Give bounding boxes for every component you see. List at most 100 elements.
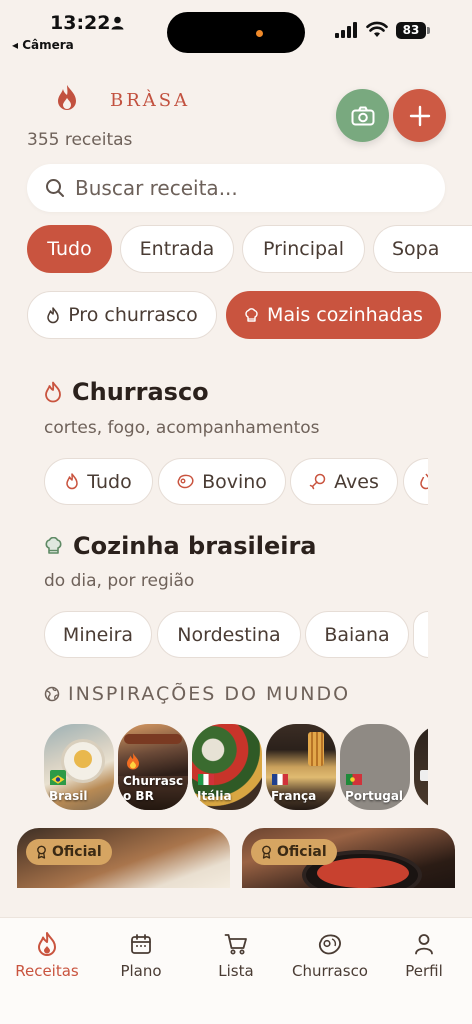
world-card-more[interactable] (414, 724, 428, 810)
churrasco-chip-all[interactable]: Tudo (44, 458, 153, 505)
region-chip-mineira[interactable]: Mineira (44, 611, 152, 658)
category-chip-starter[interactable]: Entrada (120, 225, 234, 273)
status-time: 13:22 (50, 12, 111, 34)
world-card-label: Itália (197, 789, 232, 803)
add-recipe-button[interactable] (393, 89, 446, 142)
region-chip-nordestina[interactable]: Nordestina (157, 611, 301, 658)
churrasco-chip-beef-label: Bovino (202, 470, 267, 493)
shopping-cart-icon (224, 930, 248, 958)
featured-recipe-card-2[interactable]: Oficial (242, 828, 455, 888)
dynamic-island (167, 12, 305, 53)
churrasco-subtitle: cortes, fogo, acompanhamentos (44, 418, 320, 438)
person-icon (111, 15, 124, 34)
calendar-icon (130, 930, 152, 958)
world-card-label: Portugal (345, 789, 404, 803)
flame-icon (419, 473, 428, 490)
globe-icon (44, 686, 60, 702)
official-badge: Oficial (26, 839, 112, 865)
churrasco-chip-more[interactable] (403, 458, 428, 505)
barbecue-mode-label: Pro churrasco (68, 304, 198, 326)
tab-profile[interactable]: Perfil (377, 930, 471, 980)
fries-cone (308, 732, 324, 766)
award-ribbon-icon (261, 845, 272, 859)
chef-hat-icon (44, 536, 63, 556)
world-card-brasil[interactable]: Brasil (44, 724, 114, 810)
category-chip-soup[interactable]: Sopa (373, 225, 472, 273)
steak-icon (177, 474, 194, 489)
dish-food (74, 750, 92, 768)
drumstick-icon (309, 473, 326, 490)
search-input[interactable] (75, 176, 405, 200)
world-card-label: Churrasc o BR (123, 774, 184, 803)
world-card-label: Brasil (49, 789, 88, 803)
battery-indicator: 83 (396, 22, 426, 39)
france-flag-icon (272, 770, 288, 785)
brazilian-title-text: Cozinha brasileira (73, 532, 317, 560)
region-chip-baiana[interactable]: Baiana (305, 611, 409, 658)
flame-icon (46, 306, 60, 324)
wifi-icon (366, 21, 388, 42)
churrasco-chip-beef[interactable]: Bovino (158, 458, 286, 505)
churrasco-chip-poultry[interactable]: Aves (290, 458, 398, 505)
tab-churrasco[interactable]: Churrasco (283, 930, 377, 980)
world-card-label: França (271, 789, 317, 803)
category-chip-all[interactable]: Tudo (27, 225, 112, 273)
featured-recipe-card-1[interactable]: Oficial (17, 828, 230, 888)
tab-shopping-list[interactable]: Lista (189, 930, 283, 980)
search-icon (45, 178, 65, 198)
flame-icon (65, 473, 79, 490)
plus-icon (409, 105, 431, 127)
churrasco-chip-all-label: Tudo (87, 470, 132, 493)
tab-profile-label: Perfil (405, 962, 443, 980)
tab-recipes-label: Receitas (15, 962, 79, 980)
churrasco-title-text: Churrasco (72, 378, 209, 406)
brazilian-section-title: Cozinha brasileira (44, 532, 317, 560)
world-card-franca[interactable]: França (266, 724, 336, 810)
churrasco-chip-poultry-label: Aves (334, 470, 379, 493)
world-cards-strip: Brasil Churrasc o BR Itália França Portu… (44, 724, 428, 812)
chef-hat-icon (244, 307, 259, 323)
tab-plan-label: Plano (120, 962, 162, 980)
world-card-italia[interactable]: Itália (192, 724, 262, 810)
most-cooked-chip[interactable]: Mais cozinhadas (226, 291, 441, 339)
back-to-camera-link[interactable]: ◂ Câmera (12, 38, 74, 52)
category-chip-main[interactable]: Principal (242, 225, 365, 273)
official-badge-label: Oficial (52, 844, 102, 860)
tab-churrasco-label: Churrasco (292, 962, 368, 980)
search-bar[interactable] (27, 164, 445, 212)
tab-list-label: Lista (218, 962, 254, 980)
world-section-title: INSPIRAÇÕES DO MUNDO (44, 683, 350, 705)
official-badge: Oficial (251, 839, 337, 865)
region-chip-more[interactable] (413, 611, 428, 658)
camera-icon (351, 106, 375, 126)
world-card-churrasco-br[interactable]: Churrasc o BR (118, 724, 188, 810)
partial-flag-icon (420, 770, 428, 781)
tab-recipes[interactable]: Receitas (0, 930, 94, 980)
scan-camera-button[interactable] (336, 89, 389, 142)
recording-indicator-icon (256, 30, 263, 37)
battery-tip (427, 27, 430, 34)
meat-skewer (124, 734, 182, 744)
world-card-portugal[interactable]: Portugal (340, 724, 410, 810)
user-icon (414, 930, 434, 958)
barbecue-mode-chip[interactable]: Pro churrasco (27, 291, 217, 339)
award-ribbon-icon (36, 845, 47, 859)
brand-name: BRÀSA (110, 90, 191, 111)
fire-icon (126, 752, 140, 774)
world-title-text: INSPIRAÇÕES DO MUNDO (68, 683, 351, 705)
portugal-flag-icon (346, 770, 362, 785)
status-bar: 13:22 ◂ Câmera 83 (0, 0, 472, 58)
recipe-count: 355 receitas (27, 130, 133, 150)
cellular-signal-icon (335, 22, 359, 42)
steak-icon (318, 930, 342, 958)
brand-flame-logo-icon (56, 84, 78, 116)
bottom-tab-bar: Receitas Plano Lista Churrasco Perfil (0, 917, 472, 1024)
flame-icon (44, 381, 62, 403)
brazil-flag-icon (50, 770, 66, 785)
most-cooked-label: Mais cozinhadas (267, 304, 423, 326)
tab-plan[interactable]: Plano (94, 930, 188, 980)
churrasco-section-title: Churrasco (44, 378, 209, 406)
official-badge-label: Oficial (277, 844, 327, 860)
italy-flag-icon (198, 770, 214, 785)
flame-icon (37, 930, 57, 958)
